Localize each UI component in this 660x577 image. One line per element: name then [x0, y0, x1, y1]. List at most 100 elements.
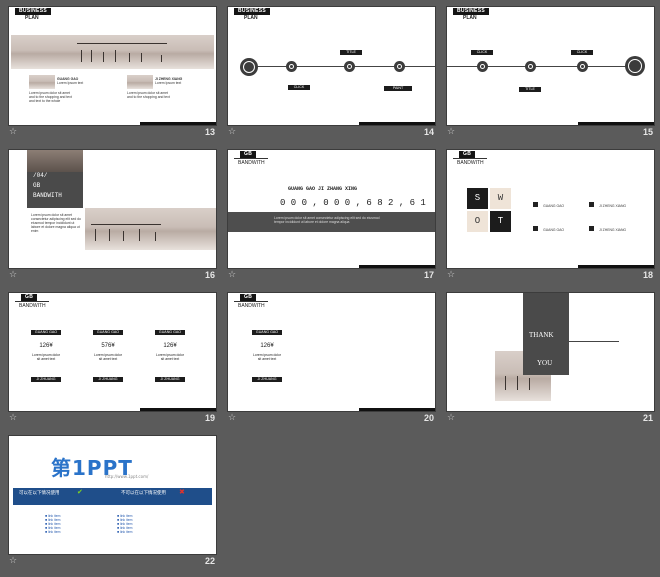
slide-preview[interactable]: GB BANDWITH GUANG GAO 126¥ Lorem ipsum d…	[8, 292, 217, 412]
slide-number: 13	[204, 127, 215, 137]
slide-preview[interactable]: GB BANDWITH GUANG GAO JI ZHANG XING 0 0 …	[227, 149, 436, 269]
slide-tag: GB	[21, 294, 38, 301]
slide-preview[interactable]: BUSINESS PLAN CLICK TITLE CLICK	[446, 6, 655, 126]
timeline-node	[525, 61, 536, 72]
thumb-photo-right	[127, 75, 153, 89]
swot-s: S	[467, 188, 488, 209]
star-icon[interactable]: ☆	[9, 555, 17, 567]
col-value: 576¥	[101, 343, 115, 349]
pier-photo	[85, 208, 216, 250]
slide-number: 17	[423, 270, 434, 280]
you-text: YOU	[537, 359, 553, 367]
slide-preview[interactable]: /04/ GB BANDWITH Lorem ipsum dolor sit a…	[8, 149, 217, 269]
col-foot: JI ZHUANG	[93, 377, 123, 382]
slide-number: 19	[204, 413, 215, 423]
timeline-node	[286, 61, 297, 72]
thumb-photo-left	[29, 75, 55, 89]
star-icon[interactable]: ☆	[228, 412, 236, 424]
swot-entry: GUANG GAO	[533, 192, 564, 211]
timeline-line	[246, 66, 435, 67]
slide-title: GUANG GAO JI ZHANG XING	[288, 186, 358, 192]
star-icon[interactable]: ☆	[228, 269, 236, 281]
slide-preview[interactable]: THANK YOU	[446, 292, 655, 412]
timeline-node	[344, 61, 355, 72]
slide-thumb-15[interactable]: BUSINESS PLAN CLICK TITLE CLICK ☆ 15	[446, 6, 657, 141]
slide-preview[interactable]: GB BANDWITH GUANG GAO 126¥ Lorem ipsum d…	[227, 292, 436, 412]
item-sub: Lorem Ipsum text	[155, 81, 182, 85]
slide-number: 22	[204, 556, 215, 566]
bulb-icon	[625, 56, 645, 76]
slide-tag-sub: PLAN	[244, 15, 258, 21]
banner-left: 可以在以下情况使用	[19, 491, 60, 496]
slide-thumb-19[interactable]: GB BANDWITH GUANG GAO 126¥ Lorem ipsum d…	[8, 292, 219, 427]
star-icon[interactable]: ☆	[9, 126, 17, 138]
counter-digits: 0 0 0 , 0 0 0 , 6 8 2 , 6 1	[280, 198, 426, 208]
accent-bar	[359, 408, 435, 411]
slide-thumb-17[interactable]: GB BANDWITH GUANG GAO JI ZHANG XING 0 0 …	[227, 149, 438, 284]
timeline-label: CLICK	[471, 50, 493, 55]
slide-number: 20	[423, 413, 434, 423]
link-list-right: ■ link item ■ link item ■ link item ■ link …	[117, 514, 133, 534]
slide-thumb-14[interactable]: BUSINESS PLAN CLICK TITLE PAINT ☆ 14	[227, 6, 438, 141]
accent-bar	[140, 408, 216, 411]
check-icon: ✔	[77, 488, 83, 496]
timeline-node	[577, 61, 588, 72]
star-icon[interactable]: ☆	[447, 412, 455, 424]
star-icon[interactable]: ☆	[447, 126, 455, 138]
slide-preview[interactable]: BUSINESS PLAN GUANG GAO Lorem Ipsum text…	[8, 6, 217, 126]
thank-text: THANK	[529, 331, 554, 339]
slide-thumb-13[interactable]: BUSINESS PLAN GUANG GAO Lorem Ipsum text…	[8, 6, 219, 141]
accent-bar	[140, 122, 216, 125]
link-list-left: ■ link item ■ link item ■ link item ■ link …	[45, 514, 61, 534]
slide-thumb-22[interactable]: 第1PPT http://www.1ppt.com/ 可以在以下情况使用 ✔ 不…	[8, 435, 219, 570]
slide-preview[interactable]: GB BANDWITH S W O T GUANG GAO JI ZHENG X…	[446, 149, 655, 269]
slide-thumb-21[interactable]: THANK YOU ☆ 21	[446, 292, 657, 427]
slide-thumb-16[interactable]: /04/ GB BANDWITH Lorem ipsum dolor sit a…	[8, 149, 219, 284]
star-icon[interactable]: ☆	[228, 126, 236, 138]
accent-bar	[359, 122, 435, 125]
slide-thumb-18[interactable]: GB BANDWITH S W O T GUANG GAO JI ZHENG X…	[446, 149, 657, 284]
gray-band: Lorem ipsum dolor sit amet consectetur a…	[228, 212, 435, 232]
slide-number: 15	[642, 127, 653, 137]
slide-tag: GB	[459, 151, 476, 158]
timeline-node	[394, 61, 405, 72]
slide-sub: BANDWITH	[453, 158, 487, 166]
brand-url: http://www.1ppt.com/	[105, 474, 149, 479]
col-value: 126¥	[163, 343, 177, 349]
col-text: Lorem ipsum dolor sit amet text	[31, 353, 61, 361]
slide-preview[interactable]: 第1PPT http://www.1ppt.com/ 可以在以下情况使用 ✔ 不…	[8, 435, 217, 555]
slide-number: 14	[423, 127, 434, 137]
star-icon[interactable]: ☆	[447, 269, 455, 281]
slide-thumb-20[interactable]: GB BANDWITH GUANG GAO 126¥ Lorem ipsum d…	[227, 292, 438, 427]
col-head: GUANG GAO	[155, 330, 185, 335]
timeline-label: TITLE	[519, 87, 541, 92]
swot-entry: JI ZHENG XIANG	[589, 192, 626, 211]
slide-tag-sub: PLAN	[463, 15, 477, 21]
slide-preview[interactable]: BUSINESS PLAN CLICK TITLE PAINT	[227, 6, 436, 126]
accent-bar	[578, 122, 654, 125]
cart-icon	[240, 58, 258, 76]
slide-tag: GB	[240, 151, 257, 158]
slide-number: 16	[204, 270, 215, 280]
cross-icon: ✖	[179, 488, 185, 496]
timeline-label: CLICK	[571, 50, 593, 55]
col-value: 126¥	[39, 343, 53, 349]
body-text: Lorem ipsum dolor sit amet consectetur a…	[31, 213, 81, 233]
col-foot: JI ZHUANG	[31, 377, 61, 382]
col-foot: JI ZHUANG	[155, 377, 185, 382]
section-number: /04/	[33, 172, 48, 179]
star-icon[interactable]: ☆	[9, 269, 17, 281]
pier-photo	[11, 35, 214, 69]
slide-sub: BANDWITH	[15, 301, 49, 309]
divider	[569, 341, 619, 342]
slide-tag: BUSINESS	[234, 8, 270, 15]
dark-panel: /04/ GB BANDWITH	[27, 150, 83, 208]
slide-sub: BANDWITH	[234, 158, 268, 166]
swot-entry: GUANG GAO	[533, 216, 564, 235]
timeline-label: TITLE	[340, 50, 362, 55]
slide-tag: GB	[240, 294, 257, 301]
col-value: 126¥	[260, 343, 274, 349]
slide-tag: BUSINESS	[453, 8, 489, 15]
section-sub: BANDWITH	[33, 192, 62, 199]
star-icon[interactable]: ☆	[9, 412, 17, 424]
